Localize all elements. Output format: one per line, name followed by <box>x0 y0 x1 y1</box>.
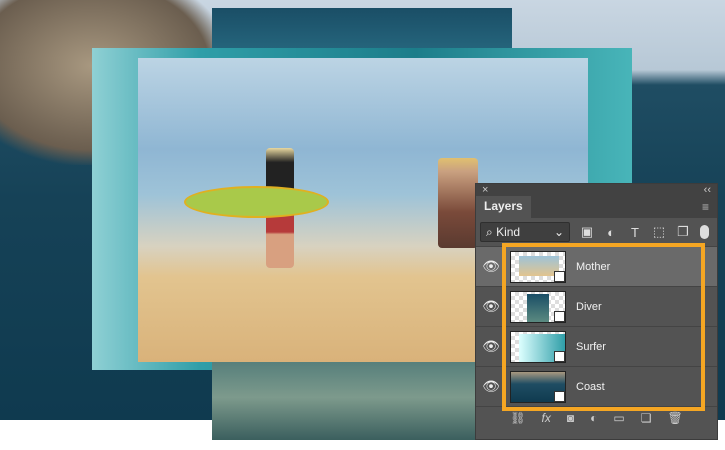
kind-label: Kind <box>496 224 521 239</box>
smart-object-filter-icon[interactable]: ❐ <box>676 224 690 240</box>
group-folder-icon[interactable]: ▭ <box>613 411 624 425</box>
trash-icon[interactable]: 🗑 <box>667 411 682 425</box>
filter-toggle[interactable] <box>700 225 709 239</box>
tab-layers[interactable]: Layers <box>476 196 531 218</box>
coral-image <box>212 355 475 440</box>
highlight-outline <box>502 243 705 411</box>
adjustment-layer-icon[interactable]: ◐ <box>590 411 597 425</box>
collapse-icon[interactable]: ‹‹ <box>704 184 711 196</box>
mother-figure <box>438 158 478 248</box>
adjustment-filter-icon[interactable]: ◐ <box>604 225 618 240</box>
shape-filter-icon[interactable]: ⬚ <box>652 224 666 240</box>
image-filter-icon[interactable]: ▣ <box>580 224 594 240</box>
search-icon: ⌕ <box>486 224 493 239</box>
mask-icon[interactable]: ◙ <box>567 411 574 425</box>
chevron-down-icon: ⌄ <box>553 225 564 239</box>
fx-icon[interactable]: fx <box>542 411 551 425</box>
new-layer-icon[interactable]: ❏ <box>641 411 652 425</box>
kind-filter-select[interactable]: ⌕ Kind ⌄ <box>480 222 570 242</box>
close-icon[interactable]: × <box>482 184 488 196</box>
surfboard <box>184 186 329 218</box>
panel-menu-icon[interactable]: ≡ <box>694 200 717 218</box>
link-layers-icon[interactable]: ⛓ <box>510 411 525 425</box>
type-filter-icon[interactable]: T <box>628 225 642 240</box>
